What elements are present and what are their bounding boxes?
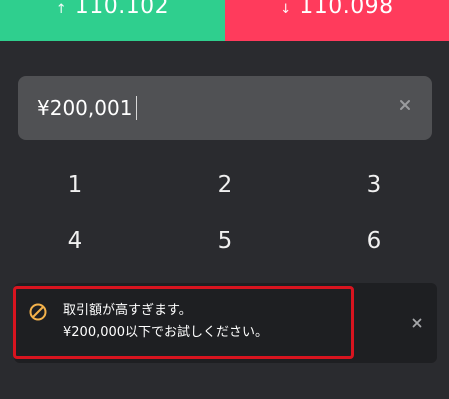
key-1[interactable]: 1 xyxy=(45,165,105,205)
amount-input[interactable]: ¥200,001 xyxy=(18,76,432,140)
buy-price: 110.102 xyxy=(74,0,170,19)
toast-title: 取引額が高すぎます。 xyxy=(63,303,192,318)
sell-button[interactable]: ↓ 110.098 xyxy=(225,0,449,41)
key-5[interactable]: 5 xyxy=(195,221,255,261)
error-toast xyxy=(14,283,437,363)
amount-value: ¥200,001 xyxy=(37,96,133,120)
close-icon[interactable] xyxy=(411,317,423,329)
key-3[interactable]: 3 xyxy=(344,165,404,205)
key-2[interactable]: 2 xyxy=(195,165,255,205)
toast-message: ¥200,000以下でお試しください。 xyxy=(63,325,269,340)
buy-button[interactable]: ↑ 110.102 xyxy=(0,0,225,41)
close-icon[interactable] xyxy=(398,98,412,112)
sell-price: 110.098 xyxy=(299,0,394,19)
text-caret xyxy=(136,96,138,120)
trade-buttons: ↑ 110.102 ↓ 110.098 xyxy=(0,0,449,41)
key-4[interactable]: 4 xyxy=(45,221,105,261)
up-arrow-icon: ↑ xyxy=(55,2,67,17)
key-6[interactable]: 6 xyxy=(344,221,404,261)
prohibited-icon xyxy=(29,303,47,321)
trade-screen: ↑ 110.102 ↓ 110.098 ¥200,001 1 2 3 4 5 6… xyxy=(0,0,449,399)
down-arrow-icon: ↓ xyxy=(280,2,292,17)
